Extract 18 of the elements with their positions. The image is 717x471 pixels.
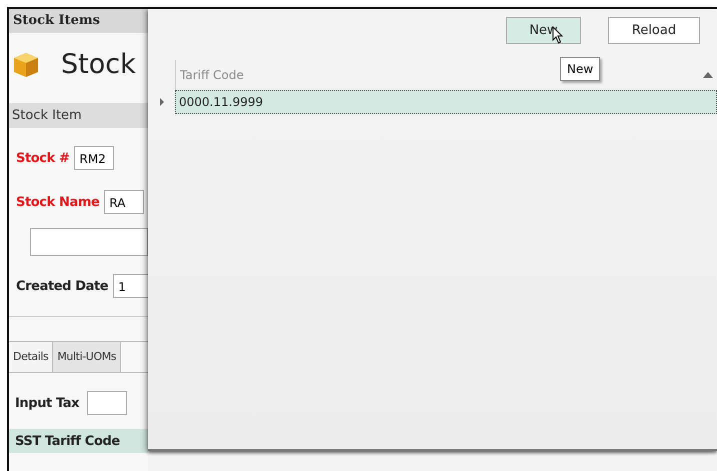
field-label: Created Date (16, 278, 108, 294)
row-indicator-icon (160, 98, 164, 106)
text-field[interactable]: RM2 (74, 146, 114, 170)
text-field[interactable] (87, 391, 128, 415)
field-label: Stock # (16, 150, 70, 166)
section-header: Stock Item (9, 103, 148, 128)
field-label: Input Tax (15, 396, 80, 410)
tab[interactable]: Multi-UOMs (53, 342, 122, 372)
toolbar-button[interactable]: Reload (608, 17, 700, 44)
text-field[interactable]: 1 (113, 274, 148, 298)
panel-title: Stock Items (9, 9, 148, 33)
field-label: SST Tariff Code (15, 434, 120, 448)
text-field[interactable]: RA (104, 190, 144, 214)
tooltip: New (560, 57, 600, 81)
text-field[interactable] (30, 228, 148, 256)
field-label: Stock Name (16, 194, 100, 210)
table-cell[interactable]: 0000.11.9999 (175, 90, 717, 114)
form-heading: Stock (61, 48, 136, 80)
